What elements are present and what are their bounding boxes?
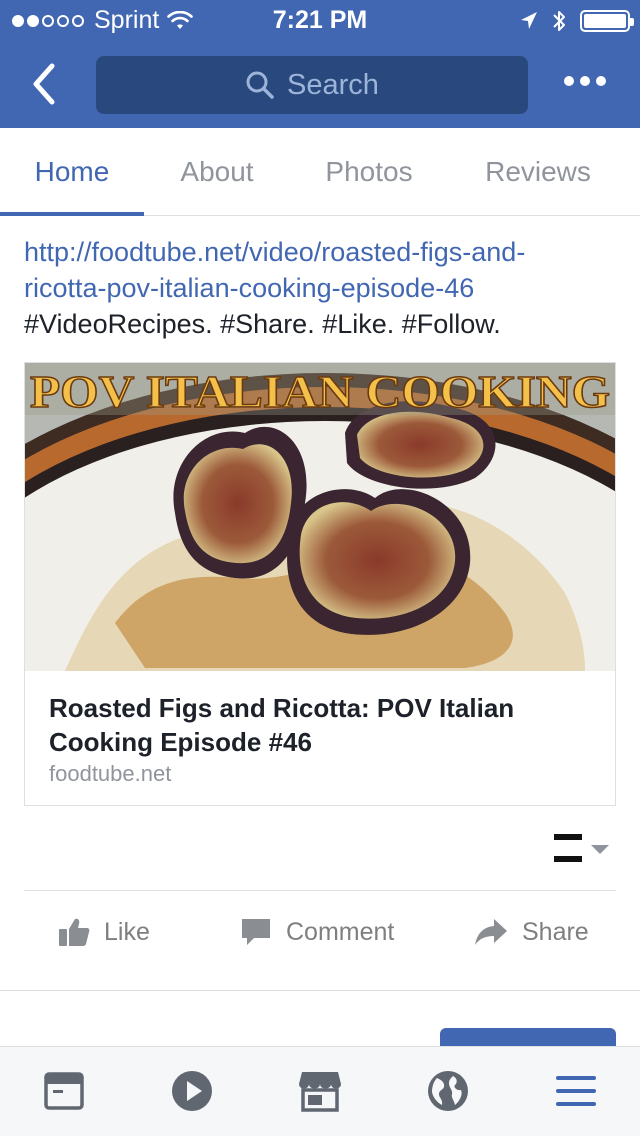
globe-icon[interactable] bbox=[424, 1067, 472, 1115]
post-link-line-1[interactable]: http://foodtube.net/video/roasted-figs-a… bbox=[24, 234, 620, 270]
link-preview-card[interactable]: POV ITALIAN COOKING Roasted Figs and Ric… bbox=[24, 362, 616, 806]
back-arrow-icon bbox=[33, 63, 55, 105]
comment-label: Comment bbox=[286, 917, 395, 946]
like-button[interactable]: Like bbox=[58, 908, 150, 956]
tab-about[interactable]: About bbox=[144, 128, 290, 216]
post-link-line-2[interactable]: ricotta-pov-italian-cooking-episode-46 bbox=[24, 270, 620, 306]
search-input[interactable]: Search bbox=[96, 56, 528, 114]
like-label: Like bbox=[104, 917, 150, 946]
post-link[interactable]: http://foodtube.net/video/roasted-figs-a… bbox=[24, 234, 620, 306]
card-title[interactable]: Roasted Figs and Ricotta: POV Italian Co… bbox=[49, 691, 599, 759]
thumbs-up-icon bbox=[59, 918, 90, 946]
card-domain: foodtube.net bbox=[49, 761, 172, 786]
search-icon bbox=[246, 71, 274, 99]
bluetooth-icon bbox=[553, 11, 565, 31]
tab-home[interactable]: Home bbox=[0, 128, 144, 216]
preview-image[interactable]: POV ITALIAN COOKING bbox=[25, 363, 615, 671]
search-placeholder: Search bbox=[287, 68, 379, 101]
tab-reviews[interactable]: Reviews bbox=[448, 128, 628, 216]
share-arrow-icon bbox=[475, 919, 507, 945]
share-button[interactable]: Share bbox=[474, 908, 589, 956]
page-tabs: Home About Photos Reviews bbox=[0, 128, 640, 216]
post-hashtags: #VideoRecipes. #Share. #Like. #Follow. bbox=[24, 309, 501, 339]
marketplace-icon[interactable] bbox=[296, 1067, 344, 1115]
comment-button[interactable]: Comment bbox=[240, 908, 394, 956]
tab-photos[interactable]: Photos bbox=[290, 128, 448, 216]
divider bbox=[24, 890, 616, 891]
comment-icon bbox=[242, 919, 270, 945]
roasted-figs-photo: POV ITALIAN COOKING bbox=[25, 363, 615, 671]
menu-icon[interactable] bbox=[552, 1067, 600, 1115]
battery-icon bbox=[580, 10, 634, 32]
top-bar: Sprint 7:21 PM Search bbox=[0, 0, 640, 128]
status-bar: Sprint 7:21 PM bbox=[0, 0, 640, 40]
active-tab-indicator bbox=[0, 212, 144, 216]
divider bbox=[0, 990, 640, 991]
more-dots-icon[interactable] bbox=[564, 76, 606, 86]
bottom-nav-bar bbox=[0, 1046, 640, 1136]
news-feed-icon[interactable] bbox=[40, 1067, 88, 1115]
video-banner-text: POV ITALIAN COOKING bbox=[30, 366, 610, 417]
location-arrow-icon bbox=[521, 12, 537, 29]
page-avatar[interactable] bbox=[552, 832, 584, 864]
share-label: Share bbox=[522, 917, 589, 946]
chevron-down-icon[interactable] bbox=[591, 845, 609, 854]
back-button[interactable] bbox=[26, 62, 66, 106]
video-play-icon[interactable] bbox=[168, 1067, 216, 1115]
